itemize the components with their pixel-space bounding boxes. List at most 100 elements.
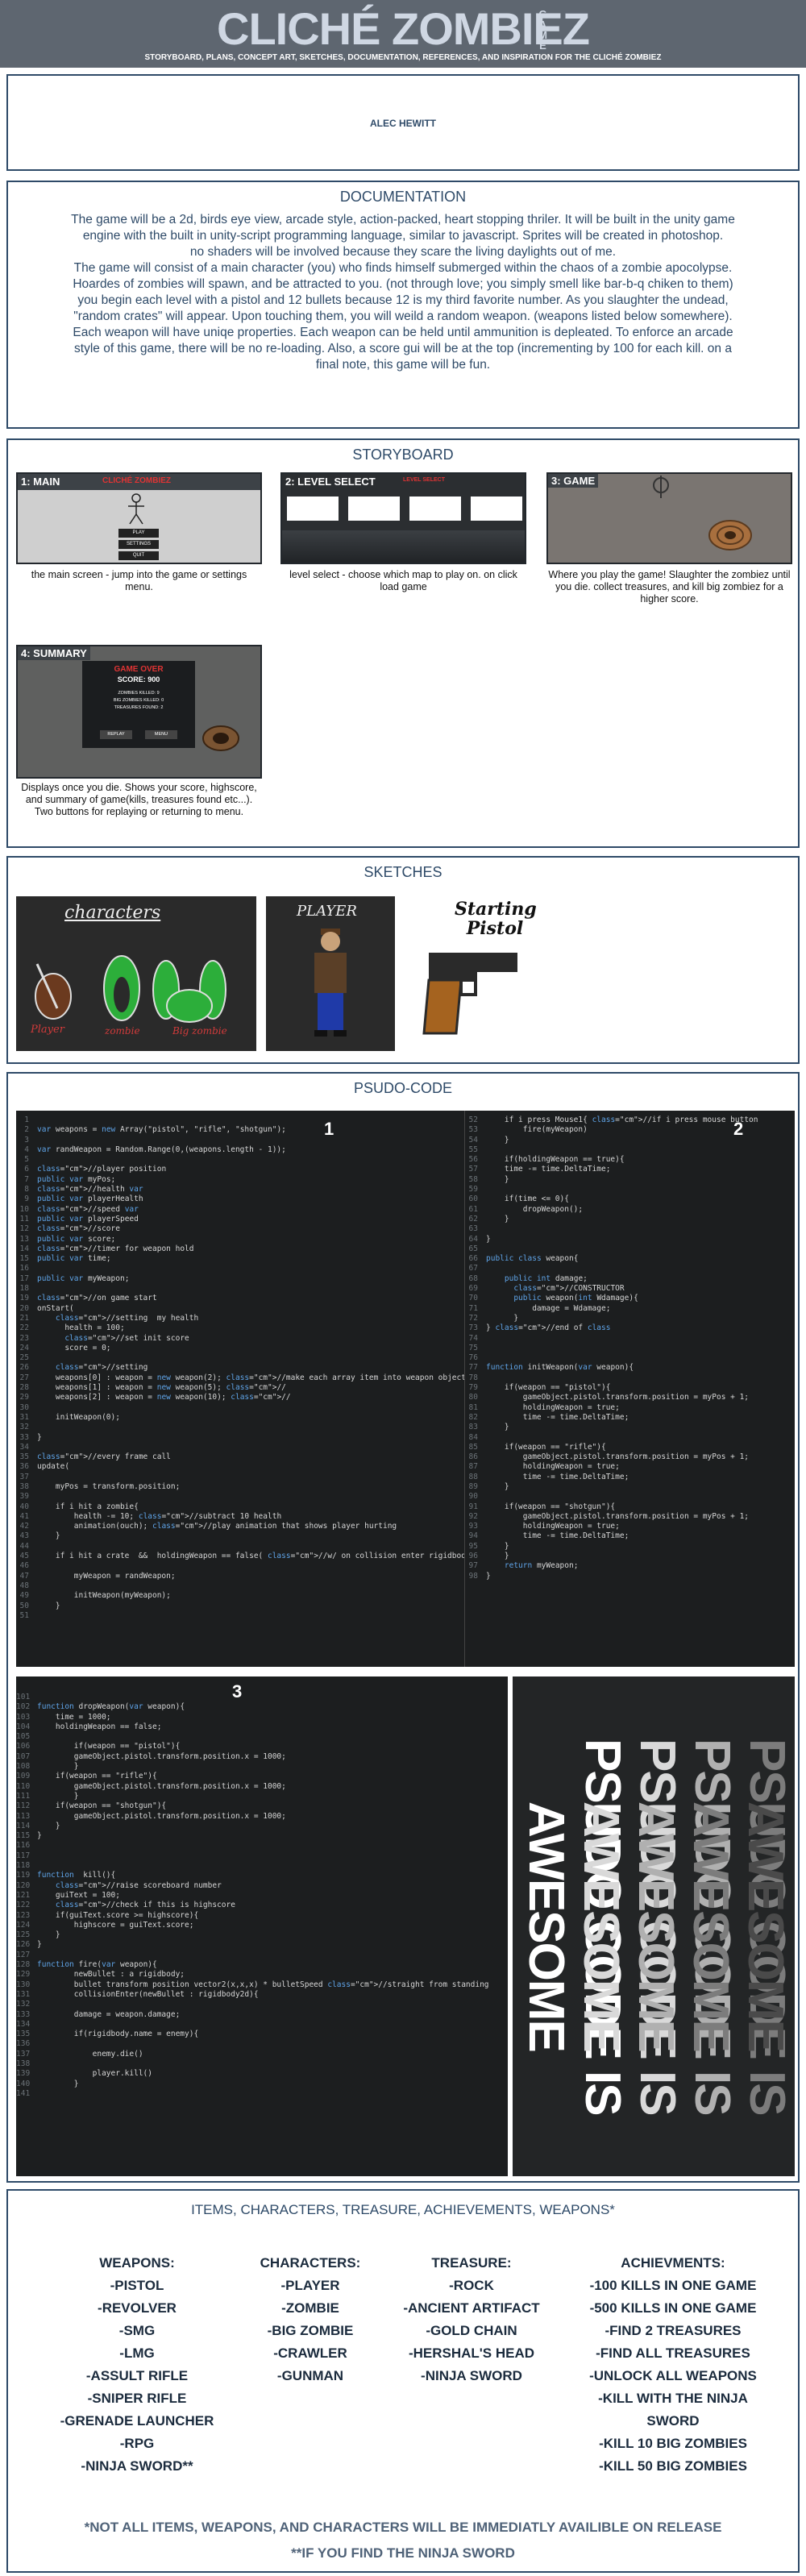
list-item: -100 KILLS IN ONE GAME xyxy=(589,2278,757,2293)
list-item: -500 KILLS IN ONE GAME xyxy=(589,2300,757,2316)
code-line: 76 xyxy=(468,1353,478,1363)
game-screen-image: 3: GAME xyxy=(546,472,792,564)
storyboard-label: 4: SUMMARY xyxy=(18,646,90,660)
page-title: CLICHÉ ZOMBIEZ xyxy=(217,3,590,54)
summary-dialog: GAME OVER SCORE: 900 ZOMBIES KILLED: 9 B… xyxy=(82,661,195,748)
code-line: 124 highscore = guiText.score; xyxy=(16,1920,194,1930)
list-item: -ASSULT RIFLE xyxy=(85,2368,189,2383)
list-item: -HERSHAL'S HEAD xyxy=(408,2345,535,2361)
level-thumbnail[interactable] xyxy=(471,497,522,521)
list-item: -GRENADE LAUNCHER xyxy=(60,2413,214,2429)
psudo-code-awesome-art: PSUDO CODE IS AWESOME PSUDO CODE IS AWES… xyxy=(513,1676,795,2176)
code-line: 54 } xyxy=(468,1135,509,1145)
items-footnote-2: **IF YOU FIND THE NINJA SWORD xyxy=(291,2545,515,2561)
code-line: 9 public var playerHealth xyxy=(24,1195,143,1204)
code-snippet-2: 52 if i press Mouse1{ class="cm">//if i … xyxy=(464,1111,795,1667)
code-line: 86 gameObject.pistol.transform.position … xyxy=(468,1452,750,1462)
items-title: ITEMS, CHARACTERS, TREASURE, ACHIEVEMENT… xyxy=(191,2202,615,2217)
code-line: 6 class="cm">//player position xyxy=(24,1165,167,1174)
code-line: 57 time -= time.DeltaTime; xyxy=(468,1165,611,1174)
code-line: 132 xyxy=(16,2000,31,2009)
code-line: 79 if(weapon == "pistol"){ xyxy=(468,1383,611,1393)
stick-figure-icon xyxy=(128,493,144,525)
list-item: -REVOLVER xyxy=(98,2300,177,2316)
code-line: 56 if(holdingWeapon == true){ xyxy=(468,1155,625,1165)
quit-button[interactable]: QUIT xyxy=(118,551,159,560)
list-item: -ROCK xyxy=(449,2278,494,2293)
pseudo-code-panel: PSUDO-CODE 1 2 var weapons = new Array("pi… xyxy=(6,1072,800,2183)
code-line: 97 return myWeapon; xyxy=(468,1561,579,1571)
code-line: 43 } xyxy=(19,1531,60,1541)
settings-button[interactable]: SETTINGS xyxy=(118,540,159,549)
storyboard-caption: the main screen - jump into the game or … xyxy=(31,569,247,592)
code-line: 28 weapons[1] : weapon = new weapon(5); … xyxy=(19,1383,286,1393)
doc-paragraph: The game will consist of a main characte… xyxy=(73,261,733,372)
code-line: 108 } xyxy=(16,1762,79,1772)
level-thumbnail[interactable] xyxy=(287,497,339,521)
code-line: 49 initWeapon(myWeapon); xyxy=(19,1591,171,1601)
level-thumbnail[interactable] xyxy=(348,497,400,521)
target-mark-icon xyxy=(653,476,669,498)
storyboard-label: 1: MAIN xyxy=(21,476,60,488)
column-heading: WEAPONS: xyxy=(99,2255,175,2271)
code-line: 3 xyxy=(24,1135,29,1145)
code-line: 55 xyxy=(468,1145,478,1154)
code-line: 128 function fire(var weapon){ xyxy=(16,1960,157,1970)
code-line: 44 xyxy=(19,1541,29,1551)
code-line: 12 class="cm">//score xyxy=(19,1224,120,1234)
code-line: 19 class="cm">//on game start xyxy=(19,1294,157,1303)
items-footnote-1: *NOT ALL ITEMS, WEAPONS, AND CHARACTERS … xyxy=(84,2520,722,2535)
code-line: 114 } xyxy=(16,1821,60,1830)
code-line: 15 public var time; xyxy=(19,1254,111,1264)
code-line: 60 if(time <= 0){ xyxy=(468,1195,569,1204)
code-line: 137 enemy.die() xyxy=(16,2049,143,2059)
list-item: -GOLD CHAIN xyxy=(426,2323,517,2338)
code-line: 96 } xyxy=(468,1552,509,1561)
code-line: 47 myWeapon = randWeapon; xyxy=(19,1571,176,1581)
storyboard-caption: Displays once you die. Shows your score,… xyxy=(21,782,257,817)
code-line: 38 myPos = transform.position; xyxy=(19,1481,181,1491)
code-line: 133 damage = weapon.damage; xyxy=(16,2009,181,2019)
code-line: 122 class="cm">//check if this is highsc… xyxy=(16,1901,235,1910)
summary-stat: ZOMBIES KILLED: 9 xyxy=(118,691,160,696)
code-line: 73} class="cm">//end of class xyxy=(468,1323,611,1333)
list-item: -SMG xyxy=(118,2323,156,2338)
code-line: 37 xyxy=(19,1472,29,1481)
code-line: 118 xyxy=(16,1861,31,1871)
play-button[interactable]: PLAY xyxy=(118,529,159,538)
code-line: 74 xyxy=(468,1333,478,1343)
list-item: -UNLOCK ALL WEAPONS xyxy=(589,2368,757,2383)
code-line: 68 public int damage; xyxy=(468,1273,588,1283)
code-line: 36 update( xyxy=(19,1462,70,1472)
code-line: 72 } xyxy=(468,1313,519,1323)
code-line: 111 } xyxy=(16,1791,79,1801)
characters-column: CHARACTERS: -PLAYER -ZOMBIE -BIG ZOMBIE -CRA… xyxy=(250,2252,371,2387)
code-line: 134 xyxy=(16,2019,31,2029)
code-line: 107 gameObject.pistol.transform.position… xyxy=(16,1751,286,1761)
code-line: 65 xyxy=(468,1244,478,1253)
code-line: 52 if i press Mouse1{ class="cm">//if i … xyxy=(468,1116,758,1124)
doc-paragraph: no shaders will be involved because they… xyxy=(189,245,617,259)
code-line: 81 holdingWeapon = true; xyxy=(468,1402,620,1412)
list-item: -PISTOL xyxy=(110,2278,164,2293)
list-item: -NINJA SWORD** xyxy=(81,2458,193,2474)
level-select-image: 2: LEVEL SELECT LEVEL SELECT xyxy=(280,472,526,564)
level-thumbnail[interactable] xyxy=(409,497,461,521)
replay-button[interactable]: REPLAY xyxy=(100,730,132,739)
list-item: -GUNMAN xyxy=(276,2368,344,2383)
code-line: 58 } xyxy=(468,1174,509,1184)
code-line: 35 class="cm">//every frame call xyxy=(19,1452,171,1462)
storyboard-card-summary: 4: SUMMARY GAME OVER SCORE: 900 ZOMBIES … xyxy=(16,645,262,838)
code-line: 22 health = 100; xyxy=(19,1323,125,1333)
code-line: 92 gameObject.pistol.transform.position … xyxy=(468,1511,750,1521)
code-line: 53 fire(myWeapon) xyxy=(468,1125,588,1135)
code-line: 126} xyxy=(16,1940,42,1950)
code-line: 17 public var myWeapon; xyxy=(19,1273,130,1283)
weapons-column: WEAPONS: -PISTOL -REVOLVER -SMG -LMG -ASSULT … xyxy=(56,2252,218,2478)
author-panel: ALEC HEWITT xyxy=(6,74,800,171)
page-subtitle: STORYBOARD, PLANS, CONCEPT ART, SKETCHES… xyxy=(144,53,662,62)
menu-button[interactable]: MENU xyxy=(145,730,177,739)
code-line: 59 xyxy=(468,1185,478,1195)
code-line: 32 xyxy=(19,1423,29,1432)
storyboard-label: 2: LEVEL SELECT xyxy=(285,476,376,488)
